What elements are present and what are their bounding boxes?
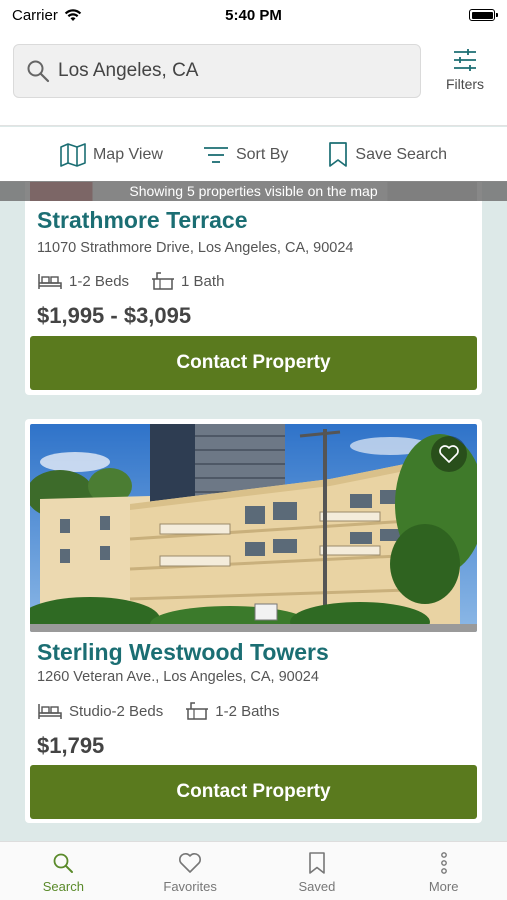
map-view-label: Map View [92, 145, 163, 163]
status-bar: Carrier 5:40 PM [0, 0, 507, 30]
tab-favorites-label: Favorites [163, 879, 217, 894]
search-bar[interactable] [13, 44, 421, 98]
sort-by-label: Sort By [235, 145, 289, 163]
sliders-icon [454, 49, 476, 71]
sort-by-button[interactable]: Sort By [203, 145, 288, 165]
property-name[interactable]: Sterling Westwood Towers [37, 639, 329, 666]
beds-label: 1-2 Beds [69, 272, 130, 290]
heart-icon [179, 853, 202, 873]
carrier-label: Carrier [12, 6, 58, 24]
property-address: 1260 Veteran Ave., Los Angeles, CA, 9002… [37, 669, 319, 685]
search-icon [53, 853, 74, 873]
property-price: $1,995 - $3,095 [37, 303, 192, 328]
tab-search[interactable]: Search [0, 842, 127, 900]
property-address: 11070 Strathmore Drive, Los Angeles, CA,… [37, 240, 354, 256]
contact-property-button[interactable]: Contact Property [30, 765, 477, 819]
save-search-label: Save Search [355, 145, 448, 163]
map-icon [60, 142, 86, 167]
search-header: Filters [0, 30, 507, 126]
baths-label: 1-2 Baths [215, 702, 280, 720]
bath-icon [152, 272, 175, 290]
beds-label: Studio-2 Beds [69, 702, 164, 720]
property-features: Studio-2 Beds 1-2 Baths [37, 701, 279, 721]
action-bar: Map View Sort By Save Search [0, 127, 507, 182]
tab-saved[interactable]: Saved [254, 842, 381, 900]
wifi-icon [64, 8, 82, 21]
building-photo [30, 424, 477, 632]
battery-icon [469, 9, 498, 21]
bookmark-icon [329, 141, 348, 167]
tab-more[interactable]: More [380, 842, 507, 900]
property-features: 1-2 Beds 1 Bath [37, 271, 224, 291]
map-view-button[interactable]: Map View [60, 142, 163, 167]
search-icon [27, 60, 50, 83]
tab-saved-label: Saved [298, 879, 336, 894]
bed-icon [38, 704, 62, 719]
tab-bar: Search Favorites Saved More [0, 841, 507, 900]
tab-favorites[interactable]: Favorites [127, 842, 254, 900]
property-price: $1,795 [37, 733, 105, 758]
bed-icon [38, 274, 62, 289]
map-results-banner: Showing 5 properties visible on the map [0, 181, 507, 201]
filters-button[interactable]: Filters [436, 48, 494, 92]
sort-icon [203, 146, 228, 163]
baths-label: 1 Bath [181, 272, 225, 290]
tab-more-label: More [428, 879, 459, 894]
listing-scroll[interactable]: Strathmore Terrace 11070 Strathmore Driv… [0, 181, 507, 841]
filters-label: Filters [445, 76, 485, 92]
tab-search-label: Search [42, 879, 84, 894]
contact-property-button[interactable]: Contact Property [30, 336, 477, 390]
bath-icon [186, 702, 209, 720]
more-vertical-icon [440, 852, 447, 874]
property-photo[interactable] [30, 424, 477, 632]
listing-card[interactable]: Strathmore Terrace 11070 Strathmore Driv… [25, 181, 482, 395]
listing-card[interactable]: Sterling Westwood Towers 1260 Veteran Av… [25, 419, 482, 823]
save-search-button[interactable]: Save Search [328, 141, 448, 168]
favorite-button[interactable] [431, 436, 467, 472]
bookmark-icon [309, 852, 325, 874]
search-input[interactable] [58, 60, 388, 82]
heart-icon [439, 445, 459, 463]
property-name[interactable]: Strathmore Terrace [37, 207, 248, 234]
